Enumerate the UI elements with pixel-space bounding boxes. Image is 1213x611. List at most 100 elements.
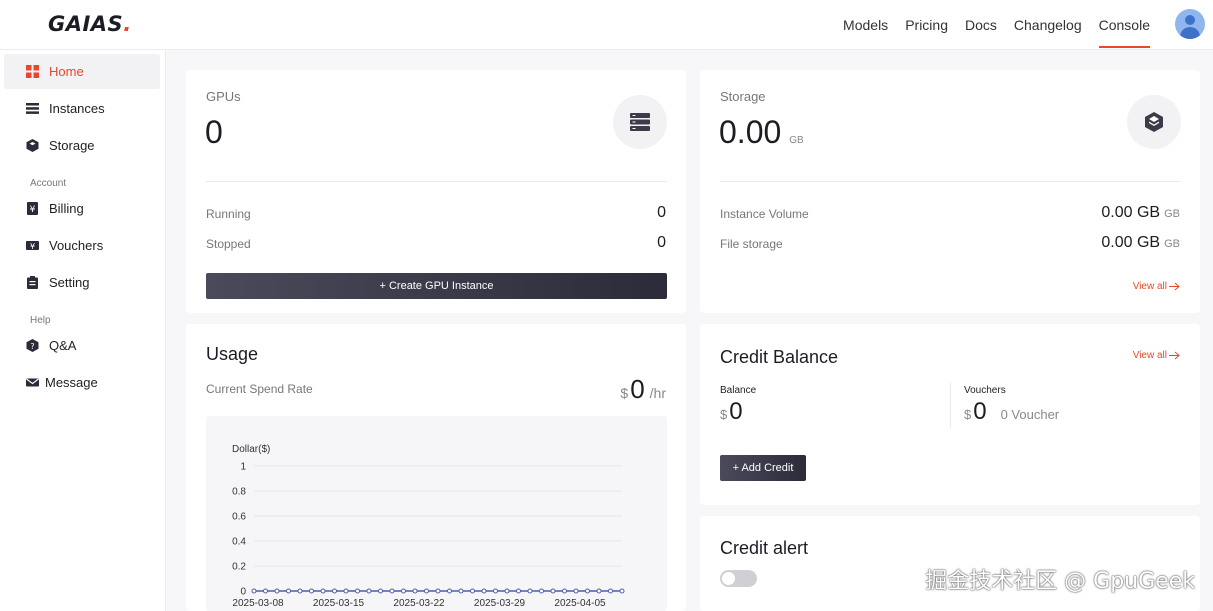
data-point bbox=[366, 588, 372, 594]
sidebar-item-home[interactable]: Home bbox=[4, 54, 160, 89]
data-point bbox=[297, 588, 303, 594]
user-avatar-icon[interactable] bbox=[1175, 9, 1205, 39]
sidebar-section-account: Account bbox=[30, 178, 67, 189]
credit-balance-title: Credit Balance bbox=[720, 347, 839, 367]
x-tick-label: 2025-03-29 bbox=[474, 598, 526, 609]
arrow-right-icon bbox=[1169, 282, 1180, 291]
currency-symbol: $ bbox=[620, 385, 629, 401]
y-tick-label: 0 bbox=[240, 587, 246, 598]
storage-total-unit: GB bbox=[789, 135, 804, 146]
sidebar-item-label: Message bbox=[45, 375, 98, 390]
nav-console[interactable]: Console bbox=[1098, 0, 1151, 50]
rate-unit: /hr bbox=[649, 385, 666, 401]
sidebar-item-storage[interactable]: Storage bbox=[4, 128, 160, 163]
sidebar-item-setting[interactable]: Setting bbox=[4, 265, 160, 300]
instance-volume-value: 0.00 GB GB bbox=[1101, 204, 1180, 221]
grid-icon bbox=[26, 65, 39, 78]
gpus-card: GPUs 0 Running 0 Stopped 0 + Create GPU … bbox=[186, 70, 686, 313]
x-tick-label: 2025-03-08 bbox=[232, 598, 284, 609]
question-icon: ? bbox=[26, 339, 39, 352]
svg-text:?: ? bbox=[30, 342, 34, 351]
add-credit-button[interactable]: + Add Credit bbox=[720, 455, 806, 481]
usage-card: Usage Current Spend Rate $ 0 /hr Dollar(… bbox=[186, 324, 686, 611]
voucher-icon: ¥ bbox=[26, 239, 39, 252]
sidebar-item-billing[interactable]: ¥ Billing bbox=[4, 191, 160, 226]
data-point bbox=[573, 588, 579, 594]
data-point bbox=[343, 588, 349, 594]
storage-cube-icon bbox=[1127, 95, 1181, 149]
divider bbox=[720, 181, 1181, 182]
running-value: 0 bbox=[657, 204, 666, 221]
nav-docs[interactable]: Docs bbox=[965, 0, 997, 50]
billing-icon: ¥ bbox=[26, 202, 39, 215]
sidebar-item-instances[interactable]: Instances bbox=[4, 91, 160, 126]
sidebar-item-vouchers[interactable]: ¥ Vouchers bbox=[4, 228, 160, 263]
sidebar-item-label: Q&A bbox=[49, 338, 77, 353]
y-tick-label: 1 bbox=[240, 462, 246, 473]
cube-icon bbox=[26, 139, 39, 152]
y-tick-label: 0.2 bbox=[232, 562, 246, 573]
balance-label: Balance bbox=[720, 385, 757, 396]
credit-alert-toggle[interactable] bbox=[720, 570, 757, 587]
file-storage-label: File storage bbox=[720, 237, 783, 251]
data-point bbox=[401, 588, 406, 594]
storage-title: Storage bbox=[720, 89, 766, 104]
divider bbox=[206, 181, 667, 182]
data-point bbox=[286, 588, 291, 594]
nav-models[interactable]: Models bbox=[843, 0, 888, 50]
data-point bbox=[458, 588, 464, 594]
instance-volume-label: Instance Volume bbox=[720, 207, 809, 221]
storage-total-value: 0.00 bbox=[719, 114, 782, 150]
data-point bbox=[355, 588, 360, 594]
data-point bbox=[435, 588, 441, 594]
data-point bbox=[481, 588, 487, 594]
svg-text:¥: ¥ bbox=[30, 242, 35, 251]
data-point bbox=[447, 588, 452, 594]
usage-title: Usage bbox=[206, 344, 259, 364]
data-point bbox=[470, 588, 475, 594]
gpus-title: GPUs bbox=[206, 89, 241, 104]
arrow-right-icon bbox=[1169, 351, 1180, 360]
x-tick-label: 2025-04-05 bbox=[554, 598, 606, 609]
y-tick-label: 0.4 bbox=[232, 537, 246, 548]
storage-view-all-link[interactable]: View all bbox=[1133, 281, 1180, 292]
mail-icon bbox=[26, 376, 39, 389]
top-navbar: GAIAS. Models Pricing Docs Changelog Con… bbox=[0, 0, 1213, 50]
data-point bbox=[309, 588, 314, 594]
stopped-label: Stopped bbox=[206, 237, 251, 251]
data-point bbox=[274, 588, 280, 594]
data-point bbox=[619, 588, 625, 594]
sidebar-item-label: Setting bbox=[49, 275, 90, 290]
data-point bbox=[251, 588, 257, 594]
x-tick-label: 2025-03-15 bbox=[313, 598, 365, 609]
vouchers-value: $ 0 0 Voucher bbox=[964, 398, 1060, 425]
usage-chart-svg: Dollar($) 0 0.2 0.4 0.6 0.8 1 2025-03-08 2025-03… bbox=[232, 444, 625, 609]
create-gpu-instance-button[interactable]: + Create GPU Instance bbox=[206, 273, 667, 299]
data-point bbox=[320, 588, 326, 594]
nav-pricing[interactable]: Pricing bbox=[905, 0, 948, 50]
data-point bbox=[332, 588, 337, 594]
brand-logo[interactable]: GAIAS. bbox=[48, 12, 132, 36]
sidebar-item-qa[interactable]: ? Q&A bbox=[4, 328, 160, 363]
svg-text:¥: ¥ bbox=[30, 205, 36, 215]
usage-chart: Dollar($) 0 0.2 0.4 0.6 0.8 1 2025-03-08 2025-03… bbox=[206, 416, 667, 611]
main-nav: Models Pricing Docs Changelog Console bbox=[843, 0, 1151, 50]
spend-rate-label: Current Spend Rate bbox=[206, 382, 313, 396]
running-label: Running bbox=[206, 207, 251, 221]
y-tick-label: 0.8 bbox=[232, 487, 246, 498]
nav-changelog[interactable]: Changelog bbox=[1014, 0, 1082, 50]
credit-balance-card: Credit Balance View all Balance $ 0 Vouc… bbox=[700, 324, 1200, 505]
data-point bbox=[596, 588, 602, 594]
data-point bbox=[585, 588, 590, 594]
data-point bbox=[504, 588, 510, 594]
credit-view-all-link[interactable]: View all bbox=[1133, 350, 1180, 361]
data-point bbox=[539, 588, 544, 594]
sidebar: Home Instances Storage Account ¥ Billing… bbox=[0, 50, 166, 611]
data-point bbox=[263, 588, 268, 594]
list-icon bbox=[26, 102, 39, 115]
sidebar-item-message[interactable]: Message bbox=[4, 365, 160, 400]
y-axis-label: Dollar($) bbox=[232, 444, 270, 455]
storage-card: Storage 0.00 GB Instance Volume 0.00 GB G… bbox=[700, 70, 1200, 313]
server-icon bbox=[613, 95, 667, 149]
sidebar-item-label: Instances bbox=[49, 101, 105, 116]
